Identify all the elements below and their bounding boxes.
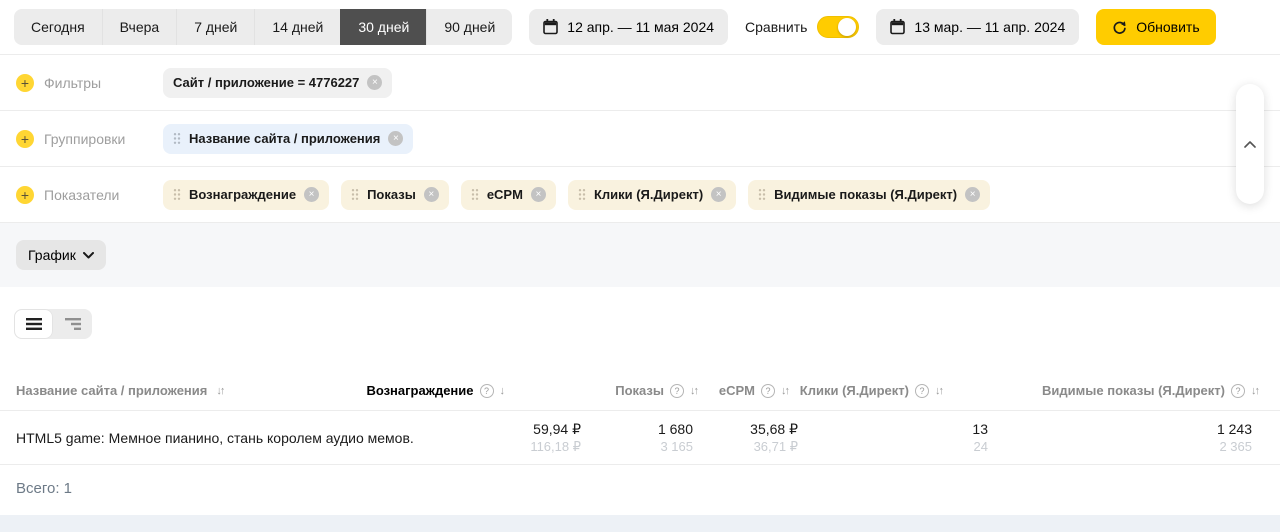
refresh-label: Обновить — [1136, 19, 1199, 35]
collapse-panel-button[interactable] — [1236, 84, 1264, 204]
compare-label: Сравнить — [745, 19, 807, 35]
compare-date-range-button[interactable]: 13 мар. — 11 апр. 2024 — [876, 9, 1079, 45]
remove-metric-icon[interactable]: × — [424, 187, 439, 202]
period-segmented-control: Сегодня Вчера 7 дней 14 дней 30 дней 90 … — [14, 9, 512, 45]
filter-chip-label: Сайт / приложение = 4776227 — [173, 75, 359, 90]
period-today-button[interactable]: Сегодня — [14, 9, 102, 45]
calendar-icon — [543, 19, 558, 35]
metric-chip[interactable]: Клики (Я.Директ) × — [568, 180, 736, 210]
impressions-cell: 1 680 3 165 — [658, 422, 693, 453]
calendar-icon — [890, 19, 905, 35]
help-icon[interactable]: ? — [915, 384, 929, 398]
tree-view-icon — [65, 318, 81, 330]
sort-icon: ↓↑ — [781, 385, 788, 397]
table-section: Название сайта / приложения ↓↑ Вознаграж… — [0, 287, 1280, 512]
grouping-chip-label: Название сайта / приложения — [189, 131, 380, 146]
header-visible-impressions[interactable]: Видимые показы (Я.Директ) ? ↓↑ — [1000, 383, 1264, 398]
header-reward[interactable]: Вознаграждение ? ↓ — [417, 383, 593, 398]
primary-date-range-button[interactable]: 12 апр. — 11 мая 2024 — [529, 9, 728, 45]
remove-grouping-icon[interactable]: × — [388, 131, 403, 146]
filters-row: + Фильтры Сайт / приложение = 4776227 × — [0, 55, 1280, 111]
period-90days-button[interactable]: 90 дней — [426, 9, 512, 45]
sort-icon: ↓↑ — [935, 385, 942, 397]
period-30days-button[interactable]: 30 дней — [340, 9, 426, 45]
metric-chip-label: Видимые показы (Я.Директ) — [774, 187, 957, 202]
metric-chip-label: eCPM — [487, 187, 523, 202]
toggle-knob — [838, 18, 856, 36]
period-14days-button[interactable]: 14 дней — [254, 9, 340, 45]
metric-chip-label: Вознаграждение — [189, 187, 296, 202]
list-view-icon — [26, 318, 42, 330]
chart-dropdown-label: График — [28, 247, 76, 263]
add-metric-icon[interactable]: + — [16, 186, 34, 204]
sort-desc-icon: ↓ — [500, 385, 504, 397]
header-clicks[interactable]: Клики (Я.Директ) ? ↓↑ — [810, 383, 1000, 398]
chart-dropdown-button[interactable]: График — [16, 240, 106, 270]
metric-chip-label: Показы — [367, 187, 416, 202]
filter-chip[interactable]: Сайт / приложение = 4776227 × — [163, 68, 392, 98]
metric-chip[interactable]: Показы × — [341, 180, 449, 210]
metrics-label: Показатели — [44, 187, 119, 203]
table-row: HTML5 game: Мемное пианино, стань короле… — [0, 411, 1280, 465]
groupings-label: Группировки — [44, 131, 125, 147]
sort-icon: ↓↑ — [690, 385, 697, 397]
drag-handle-icon[interactable] — [758, 188, 766, 201]
clicks-cell: 13 24 — [972, 422, 988, 453]
compare-control: Сравнить — [745, 16, 859, 38]
drag-handle-icon[interactable] — [173, 132, 181, 145]
table-view-toggle — [14, 309, 92, 339]
total-count: Всего: 1 — [0, 465, 1280, 512]
reward-cell: 59,94 ₽ 116,18 ₽ — [530, 422, 581, 453]
filters-label: Фильтры — [44, 75, 101, 91]
sort-icon: ↓↑ — [1251, 385, 1258, 397]
remove-filter-icon[interactable]: × — [367, 75, 382, 90]
site-name-cell: HTML5 game: Мемное пианино, стань короле… — [16, 430, 417, 446]
remove-metric-icon[interactable]: × — [304, 187, 319, 202]
primary-date-range-label: 12 апр. — 11 мая 2024 — [567, 19, 714, 35]
remove-metric-icon[interactable]: × — [965, 187, 980, 202]
period-7days-button[interactable]: 7 дней — [176, 9, 254, 45]
add-filter-icon[interactable]: + — [16, 74, 34, 92]
refresh-icon — [1112, 20, 1127, 35]
help-icon[interactable]: ? — [670, 384, 684, 398]
refresh-button[interactable]: Обновить — [1096, 9, 1215, 45]
help-icon[interactable]: ? — [480, 384, 494, 398]
header-ecpm[interactable]: eCPM ? ↓↑ — [705, 383, 810, 398]
groupings-row: + Группировки Название сайта / приложени… — [0, 111, 1280, 167]
metric-chip-label: Клики (Я.Директ) — [594, 187, 703, 202]
drag-handle-icon[interactable] — [471, 188, 479, 201]
metric-chip[interactable]: Вознаграждение × — [163, 180, 329, 210]
help-icon[interactable]: ? — [1231, 384, 1245, 398]
chevron-up-icon — [1244, 141, 1256, 148]
sort-icon: ↓↑ — [216, 385, 223, 397]
metric-chip[interactable]: eCPM × — [461, 180, 556, 210]
remove-metric-icon[interactable]: × — [711, 187, 726, 202]
metrics-row: + Показатели Вознаграждение × Показы × e… — [0, 167, 1280, 223]
grouping-chip[interactable]: Название сайта / приложения × — [163, 124, 413, 154]
header-impressions[interactable]: Показы ? ↓↑ — [593, 383, 705, 398]
visible-impressions-cell: 1 243 2 365 — [1217, 422, 1252, 453]
footer-strip — [0, 515, 1280, 532]
chart-section: График — [0, 223, 1280, 287]
flat-view-button[interactable] — [14, 309, 53, 339]
help-icon[interactable]: ? — [761, 384, 775, 398]
chevron-down-icon — [83, 252, 94, 259]
add-grouping-icon[interactable]: + — [16, 130, 34, 148]
period-yesterday-button[interactable]: Вчера — [102, 9, 177, 45]
drag-handle-icon[interactable] — [173, 188, 181, 201]
remove-metric-icon[interactable]: × — [531, 187, 546, 202]
metric-chip[interactable]: Видимые показы (Я.Директ) × — [748, 180, 990, 210]
table-header-row: Название сайта / приложения ↓↑ Вознаграж… — [0, 371, 1280, 411]
compare-toggle[interactable] — [817, 16, 859, 38]
compare-date-range-label: 13 мар. — 11 апр. 2024 — [914, 19, 1065, 35]
ecpm-cell: 35,68 ₽ 36,71 ₽ — [750, 422, 798, 453]
header-site-name[interactable]: Название сайта / приложения ↓↑ — [16, 383, 417, 398]
toolbar: Сегодня Вчера 7 дней 14 дней 30 дней 90 … — [0, 0, 1280, 55]
tree-view-button[interactable] — [53, 309, 92, 339]
drag-handle-icon[interactable] — [351, 188, 359, 201]
drag-handle-icon[interactable] — [578, 188, 586, 201]
